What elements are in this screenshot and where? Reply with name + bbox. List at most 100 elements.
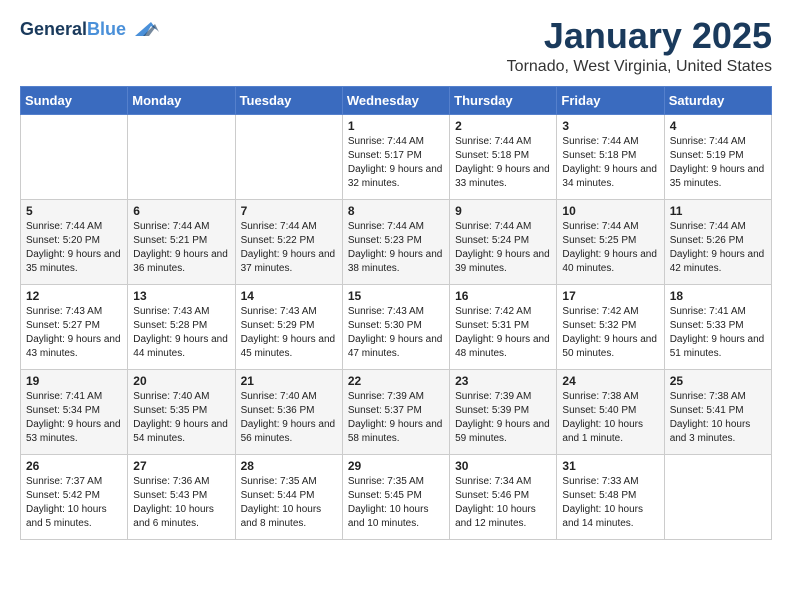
day-info: Sunrise: 7:35 AM Sunset: 5:44 PM Dayligh…	[241, 475, 337, 531]
table-cell: 7Sunrise: 7:44 AM Sunset: 5:22 PM Daylig…	[235, 199, 342, 284]
table-cell: 28 Sunrise: 7:35 AM Sunset: 5:44 PM Dayli…	[235, 454, 342, 539]
table-cell: 3Sunrise: 7:44 AM Sunset: 5:18 PM Daylig…	[557, 114, 664, 199]
table-cell: 30 Sunrise: 7:34 AM Sunset: 5:46 PM Dayli…	[450, 454, 557, 539]
table-cell: 13 Sunrise: 7:43 AM Sunset: 5:28 PM Dayli…	[128, 284, 235, 369]
week-row-2: 5 Sunrise: 7:44 AM Sunset: 5:20 PM Daylig…	[21, 199, 772, 284]
week-row-3: 12 Sunrise: 7:43 AM Sunset: 5:27 PM Dayli…	[21, 284, 772, 369]
week-row-1: 1 Sunrise: 7:44 AM Sunset: 5:17 PM Daylig…	[21, 114, 772, 199]
day-info: Sunrise: 7:35 AM Sunset: 5:45 PM Dayligh…	[348, 475, 444, 531]
calendar-table: Sunday Monday Tuesday Wednesday Thursday…	[20, 86, 772, 540]
table-cell: 12 Sunrise: 7:43 AM Sunset: 5:27 PM Dayli…	[21, 284, 128, 369]
day-info: Sunrise: 7:37 AM Sunset: 5:42 PM Dayligh…	[26, 475, 122, 531]
day-info: Sunrise: 7:33 AM Sunset: 5:48 PM Dayligh…	[562, 475, 658, 531]
table-cell: 26 Sunrise: 7:37 AM Sunset: 5:42 PM Dayli…	[21, 454, 128, 539]
logo-text: GeneralBlue	[20, 20, 126, 40]
table-cell	[128, 114, 235, 199]
day-info: Sunrise: 7:43 AM Sunset: 5:29 PM Dayligh…	[241, 305, 337, 361]
day-info: Sunrise: 7:44 AM Sunset: 5:18 PM Dayligh…	[562, 135, 658, 191]
table-cell: 1 Sunrise: 7:44 AM Sunset: 5:17 PM Daylig…	[342, 114, 449, 199]
day-info: Sunrise: 7:44 AM Sunset: 5:21 PM Dayligh…	[133, 220, 229, 276]
day-info: Sunrise: 7:44 AM Sunset: 5:19 PM Dayligh…	[670, 135, 766, 191]
table-cell: 23Sunrise: 7:39 AM Sunset: 5:39 PM Dayli…	[450, 369, 557, 454]
day-number: 1	[348, 119, 444, 133]
day-info: Sunrise: 7:41 AM Sunset: 5:33 PM Dayligh…	[670, 305, 766, 361]
weekday-header-row: Sunday Monday Tuesday Wednesday Thursday…	[21, 86, 772, 114]
day-info: Sunrise: 7:36 AM Sunset: 5:43 PM Dayligh…	[133, 475, 229, 531]
day-number: 26	[26, 459, 122, 473]
header-saturday: Saturday	[664, 86, 771, 114]
table-cell: 14 Sunrise: 7:43 AM Sunset: 5:29 PM Dayli…	[235, 284, 342, 369]
day-number: 10	[562, 204, 658, 218]
week-row-5: 26 Sunrise: 7:37 AM Sunset: 5:42 PM Dayli…	[21, 454, 772, 539]
day-info: Sunrise: 7:44 AM Sunset: 5:26 PM Dayligh…	[670, 220, 766, 276]
day-info: Sunrise: 7:41 AM Sunset: 5:34 PM Dayligh…	[26, 390, 122, 446]
day-number: 27	[133, 459, 229, 473]
day-info: Sunrise: 7:44 AM Sunset: 5:20 PM Dayligh…	[26, 220, 122, 276]
header: GeneralBlue January 2025 Tornado, West V…	[20, 16, 772, 76]
day-number: 29	[348, 459, 444, 473]
header-thursday: Thursday	[450, 86, 557, 114]
day-number: 15	[348, 289, 444, 303]
day-info: Sunrise: 7:43 AM Sunset: 5:27 PM Dayligh…	[26, 305, 122, 361]
table-cell: 11Sunrise: 7:44 AM Sunset: 5:26 PM Dayli…	[664, 199, 771, 284]
table-cell: 16 Sunrise: 7:42 AM Sunset: 5:31 PM Dayli…	[450, 284, 557, 369]
day-number: 18	[670, 289, 766, 303]
day-info: Sunrise: 7:34 AM Sunset: 5:46 PM Dayligh…	[455, 475, 551, 531]
table-cell: 31Sunrise: 7:33 AM Sunset: 5:48 PM Dayli…	[557, 454, 664, 539]
table-cell	[235, 114, 342, 199]
day-number: 2	[455, 119, 551, 133]
table-cell	[21, 114, 128, 199]
day-info: Sunrise: 7:42 AM Sunset: 5:32 PM Dayligh…	[562, 305, 658, 361]
day-info: Sunrise: 7:44 AM Sunset: 5:23 PM Dayligh…	[348, 220, 444, 276]
table-cell: 6 Sunrise: 7:44 AM Sunset: 5:21 PM Daylig…	[128, 199, 235, 284]
day-number: 6	[133, 204, 229, 218]
table-cell: 25 Sunrise: 7:38 AM Sunset: 5:41 PM Dayli…	[664, 369, 771, 454]
header-monday: Monday	[128, 86, 235, 114]
day-number: 12	[26, 289, 122, 303]
day-number: 9	[455, 204, 551, 218]
table-cell: 15 Sunrise: 7:43 AM Sunset: 5:30 PM Dayli…	[342, 284, 449, 369]
day-info: Sunrise: 7:44 AM Sunset: 5:25 PM Dayligh…	[562, 220, 658, 276]
table-cell: 17 Sunrise: 7:42 AM Sunset: 5:32 PM Dayli…	[557, 284, 664, 369]
day-number: 21	[241, 374, 337, 388]
table-cell: 18 Sunrise: 7:41 AM Sunset: 5:33 PM Dayli…	[664, 284, 771, 369]
day-number: 25	[670, 374, 766, 388]
day-number: 13	[133, 289, 229, 303]
day-number: 28	[241, 459, 337, 473]
day-info: Sunrise: 7:38 AM Sunset: 5:41 PM Dayligh…	[670, 390, 766, 446]
day-number: 20	[133, 374, 229, 388]
table-cell: 10 Sunrise: 7:44 AM Sunset: 5:25 PM Dayli…	[557, 199, 664, 284]
table-cell: 20Sunrise: 7:40 AM Sunset: 5:35 PM Dayli…	[128, 369, 235, 454]
table-cell: 9 Sunrise: 7:44 AM Sunset: 5:24 PM Daylig…	[450, 199, 557, 284]
table-cell: 5 Sunrise: 7:44 AM Sunset: 5:20 PM Daylig…	[21, 199, 128, 284]
day-number: 24	[562, 374, 658, 388]
day-info: Sunrise: 7:42 AM Sunset: 5:31 PM Dayligh…	[455, 305, 551, 361]
day-number: 8	[348, 204, 444, 218]
header-friday: Friday	[557, 86, 664, 114]
day-info: Sunrise: 7:44 AM Sunset: 5:22 PM Dayligh…	[241, 220, 337, 276]
day-info: Sunrise: 7:38 AM Sunset: 5:40 PM Dayligh…	[562, 390, 658, 446]
day-number: 17	[562, 289, 658, 303]
day-info: Sunrise: 7:44 AM Sunset: 5:17 PM Dayligh…	[348, 135, 444, 191]
header-sunday: Sunday	[21, 86, 128, 114]
table-cell: 27 Sunrise: 7:36 AM Sunset: 5:43 PM Dayli…	[128, 454, 235, 539]
day-info: Sunrise: 7:44 AM Sunset: 5:24 PM Dayligh…	[455, 220, 551, 276]
location-title: Tornado, West Virginia, United States	[507, 58, 772, 76]
table-cell: 19Sunrise: 7:41 AM Sunset: 5:34 PM Dayli…	[21, 369, 128, 454]
day-info: Sunrise: 7:43 AM Sunset: 5:28 PM Dayligh…	[133, 305, 229, 361]
logo: GeneralBlue	[20, 20, 159, 40]
day-number: 5	[26, 204, 122, 218]
month-title: January 2025	[507, 16, 772, 56]
day-number: 30	[455, 459, 551, 473]
day-info: Sunrise: 7:43 AM Sunset: 5:30 PM Dayligh…	[348, 305, 444, 361]
day-info: Sunrise: 7:44 AM Sunset: 5:18 PM Dayligh…	[455, 135, 551, 191]
day-info: Sunrise: 7:40 AM Sunset: 5:36 PM Dayligh…	[241, 390, 337, 446]
table-cell: 2 Sunrise: 7:44 AM Sunset: 5:18 PM Daylig…	[450, 114, 557, 199]
logo-icon	[129, 18, 159, 40]
day-number: 4	[670, 119, 766, 133]
day-number: 23	[455, 374, 551, 388]
table-cell: 29 Sunrise: 7:35 AM Sunset: 5:45 PM Dayli…	[342, 454, 449, 539]
day-number: 16	[455, 289, 551, 303]
header-tuesday: Tuesday	[235, 86, 342, 114]
day-number: 14	[241, 289, 337, 303]
